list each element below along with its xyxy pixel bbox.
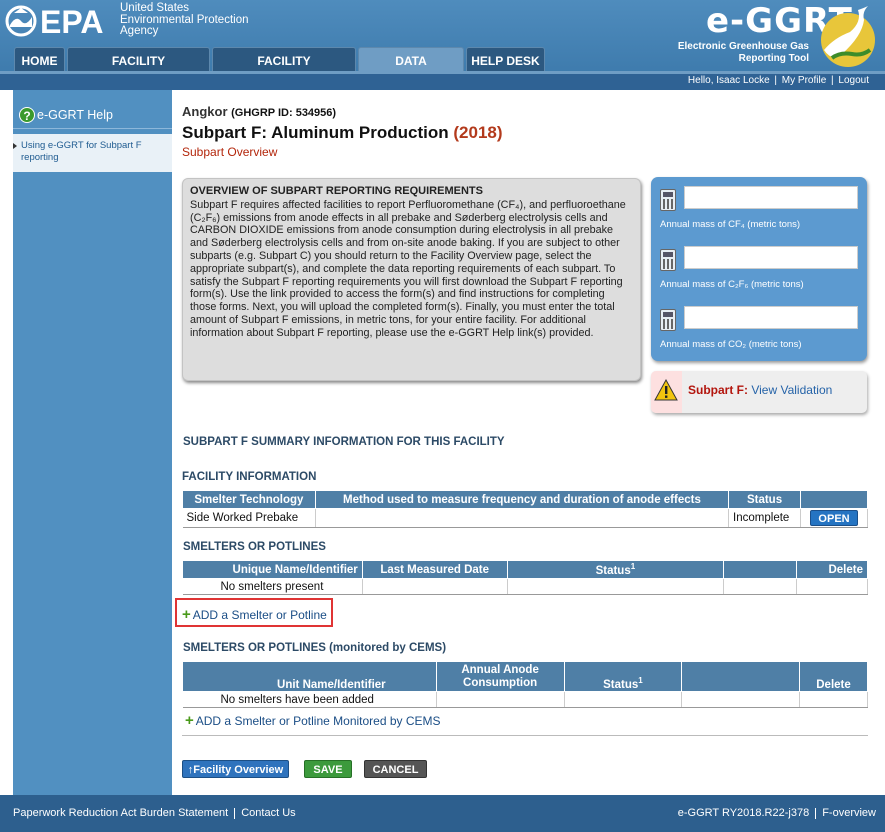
cell-method (315, 508, 730, 528)
empty-message: No smelters present (182, 578, 363, 595)
epa-logo[interactable]: EPA (4, 3, 112, 39)
ghgrp-id: (GHGRP ID: 534956) (231, 107, 337, 119)
mass-panel: Annual mass of CF₄ (metric tons) Annual … (651, 177, 867, 361)
cancel-button[interactable]: CANCEL (364, 760, 427, 778)
help-icon: ? (19, 107, 35, 123)
col-delete: Delete (796, 560, 868, 579)
table-row: No smelters present (182, 578, 868, 595)
validation-box: Subpart F: View Validation (651, 371, 867, 413)
c2f6-mass-input[interactable] (684, 246, 858, 269)
version-text: e-GGRT RY2018.R22-j378 (677, 807, 810, 819)
facility-name: Angkor (GHGRP ID: 534956) (182, 104, 337, 119)
tab-home[interactable]: HOME (14, 47, 65, 71)
col-unique-name: Unique Name/Identifier (182, 560, 363, 579)
calculator-icon (660, 249, 676, 271)
view-validation-link[interactable]: View Validation (751, 383, 832, 397)
reporting-year: (2018) (453, 123, 503, 142)
logout-link[interactable]: Logout (838, 75, 869, 86)
tab-data-reporting[interactable]: DATA REPORTING (358, 47, 464, 94)
c2f6-row: Annual mass of C₂F₆ (metric tons) (651, 237, 867, 297)
facility-info-heading: FACILITY INFORMATION (182, 471, 317, 483)
sidebar: ? e-GGRT Help Using e-GGRT for Subpart F… (13, 90, 172, 795)
add-cems-smelter-link[interactable]: + ADD a Smelter or Potline Monitored by C… (185, 712, 441, 729)
save-button[interactable]: SAVE (304, 760, 352, 778)
col-last-measured: Last Measured Date (361, 560, 508, 579)
contact-link[interactable]: Contact Us (241, 807, 295, 819)
col-status: Status1 (563, 661, 683, 692)
user-bar: Hello, Isaac Locke | My Profile | Logout (0, 74, 885, 90)
page-subtitle: Subpart Overview (182, 145, 278, 159)
egret-logo-icon (821, 6, 875, 67)
warning-icon (654, 378, 678, 401)
page-title: Subpart F: Aluminum Production (2018) (182, 123, 503, 142)
facility-overview-button[interactable]: ↑Facility Overview (182, 760, 289, 778)
my-profile-link[interactable]: My Profile (782, 75, 826, 86)
table-row: Side Worked Prebake Incomplete OPEN (182, 508, 868, 528)
overview-box: OVERVIEW OF SUBPART REPORTING REQUIREMEN… (182, 178, 641, 381)
smelters-heading: SMELTERS OR POTLINES (183, 541, 326, 553)
product-subtitle: Electronic Greenhouse Gas Reporting Tool (677, 41, 809, 64)
cf4-row: Annual mass of CF₄ (metric tons) (651, 177, 867, 237)
co2-row: Annual mass of CO₂ (metric tons) (651, 297, 867, 357)
empty-message: No smelters have been added (182, 691, 437, 708)
co2-mass-label: Annual mass of CO₂ (metric tons) (660, 339, 802, 350)
col-status: Status (728, 490, 802, 509)
cell-technology: Side Worked Prebake (182, 508, 316, 528)
tab-facility-management[interactable]: FACILITY MANAGEMENT (212, 47, 356, 94)
validation-label: Subpart F: (688, 383, 748, 397)
divider (182, 735, 868, 736)
calculator-icon (660, 309, 676, 331)
tab-facility-registration[interactable]: FACILITY REGISTRATION (67, 47, 210, 94)
tab-help-desk[interactable]: HELP DESK (466, 47, 545, 71)
plus-icon: + (182, 606, 191, 623)
col-delete: Delete (799, 661, 868, 692)
plus-icon: + (185, 712, 194, 729)
co2-mass-input[interactable] (684, 306, 858, 329)
col-anode-consumption: Annual Anode Consumption (435, 661, 565, 692)
help-header: ? e-GGRT Help (13, 101, 172, 129)
main-content: Angkor (GHGRP ID: 534956) Subpart F: Alu… (172, 90, 885, 795)
summary-heading: SUBPART F SUMMARY INFORMATION FOR THIS F… (183, 436, 505, 448)
cems-table: Unit Name/Identifier Annual Anode Consum… (182, 661, 868, 708)
col-method: Method used to measure frequency and dur… (314, 490, 730, 509)
agency-name: United States Environmental Protection A… (120, 2, 249, 37)
cems-heading: SMELTERS OR POTLINES (monitored by CEMS) (183, 642, 447, 654)
paperwork-link[interactable]: Paperwork Reduction Act Burden Statement (13, 807, 228, 819)
cf4-mass-input[interactable] (684, 186, 858, 209)
table-row: No smelters have been added (182, 691, 868, 708)
col-smelter-technology: Smelter Technology (182, 490, 316, 509)
user-greeting: Hello, Isaac Locke (687, 75, 770, 86)
smelters-table: Unique Name/Identifier Last Measured Dat… (182, 560, 868, 595)
overview-heading: OVERVIEW OF SUBPART REPORTING REQUIREMEN… (190, 185, 483, 197)
col-status: Status1 (506, 560, 725, 579)
footer: Paperwork Reduction Act Burden Statement… (0, 795, 885, 832)
help-link-subpart-f[interactable]: Using e-GGRT for Subpart F reporting (13, 134, 172, 172)
svg-text:EPA: EPA (40, 4, 103, 39)
add-smelter-link[interactable]: + ADD a Smelter or Potline (182, 606, 327, 623)
open-button[interactable]: OPEN (810, 510, 859, 526)
col-unit-name: Unit Name/Identifier (182, 661, 437, 692)
facility-info-table: Smelter Technology Method used to measur… (182, 490, 868, 528)
calculator-icon (660, 189, 676, 211)
page-id: F-overview (822, 807, 876, 819)
cell-status: Incomplete (728, 508, 802, 528)
overview-text: Subpart F requires affected facilities t… (190, 198, 626, 339)
c2f6-mass-label: Annual mass of C₂F₆ (metric tons) (660, 279, 804, 290)
cf4-mass-label: Annual mass of CF₄ (metric tons) (660, 219, 801, 230)
